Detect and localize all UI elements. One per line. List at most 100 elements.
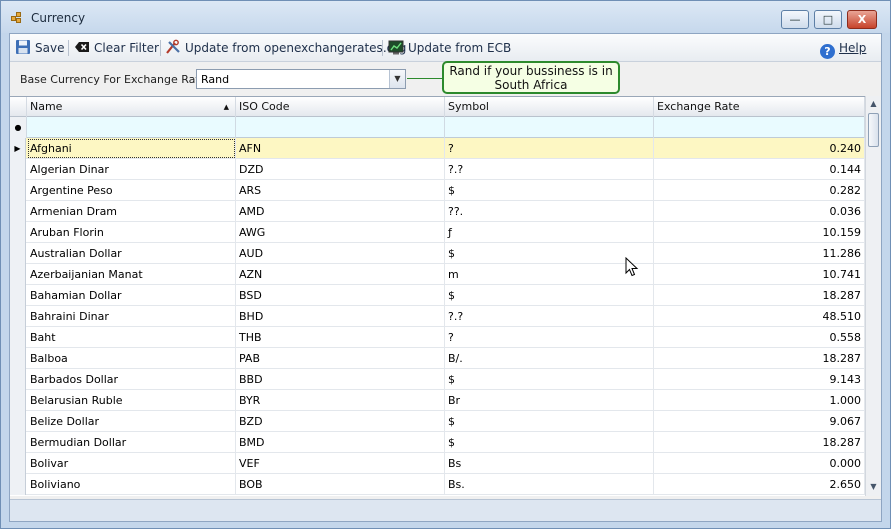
help-button[interactable]: ? Help <box>820 39 866 59</box>
table-row[interactable]: Aruban Florin AWG ƒ 10.159 <box>10 222 865 243</box>
table-row[interactable]: Bahamian Dollar BSD $18.287 <box>10 285 865 306</box>
row-selector[interactable] <box>10 327 26 348</box>
row-selector[interactable] <box>10 243 26 264</box>
cell-iso-code[interactable]: AWG <box>236 222 445 243</box>
close-button[interactable]: X <box>847 10 877 29</box>
cell-iso-code[interactable]: BBD <box>236 369 445 390</box>
cell-name[interactable]: Bahraini Dinar <box>27 306 236 327</box>
cell-symbol[interactable]: Br <box>445 390 654 411</box>
row-selector[interactable] <box>10 201 26 222</box>
cell-exchange-rate[interactable]: 48.510 <box>654 306 865 327</box>
column-header-exchange-rate[interactable]: Exchange Rate <box>654 97 865 117</box>
column-header-name[interactable]: Name ▲ <box>27 97 236 117</box>
cell-name[interactable]: Baht <box>27 327 236 348</box>
cell-exchange-rate[interactable]: 2.650 <box>654 474 865 495</box>
row-selector[interactable] <box>10 159 26 180</box>
cell-name[interactable]: Azerbaijanian Manat <box>27 264 236 285</box>
current-row-indicator-icon[interactable]: ▶ <box>10 138 26 159</box>
update-oer-button[interactable]: Update from openexchangerates.org <box>165 39 406 57</box>
row-selector[interactable] <box>10 453 26 474</box>
row-selector[interactable] <box>10 222 26 243</box>
cell-exchange-rate[interactable]: 1.000 <box>654 390 865 411</box>
cell-iso-code[interactable]: BZD <box>236 411 445 432</box>
maximize-button[interactable]: □ <box>814 10 842 29</box>
column-header-symbol[interactable]: Symbol <box>445 97 654 117</box>
cell-name[interactable]: Bermudian Dollar <box>27 432 236 453</box>
row-selector[interactable] <box>10 411 26 432</box>
table-row[interactable]: Argentine Peso ARS $0.282 <box>10 180 865 201</box>
save-button[interactable]: Save <box>15 39 64 57</box>
row-selector[interactable] <box>10 285 26 306</box>
cell-symbol[interactable]: $ <box>445 411 654 432</box>
scroll-down-icon[interactable]: ▼ <box>866 479 881 495</box>
row-selector[interactable] <box>10 264 26 285</box>
cell-exchange-rate[interactable]: 0.240 <box>654 138 865 159</box>
cell-exchange-rate[interactable]: 0.036 <box>654 201 865 222</box>
cell-iso-code[interactable]: VEF <box>236 453 445 474</box>
cell-exchange-rate[interactable]: 18.287 <box>654 348 865 369</box>
cell-name[interactable]: Afghani <box>27 138 236 159</box>
column-header-iso-code[interactable]: ISO Code <box>236 97 445 117</box>
cell-symbol[interactable]: $ <box>445 180 654 201</box>
cell-iso-code[interactable]: THB <box>236 327 445 348</box>
cell-exchange-rate[interactable]: 0.282 <box>654 180 865 201</box>
scroll-thumb[interactable] <box>868 113 879 147</box>
table-row[interactable]: Algerian Dinar DZD?.? 0.144 <box>10 159 865 180</box>
row-selector[interactable] <box>10 432 26 453</box>
scroll-up-icon[interactable]: ▲ <box>866 96 881 112</box>
table-row[interactable]: Azerbaijanian Manat AZN m 10.741 <box>10 264 865 285</box>
update-ecb-button[interactable]: Update from ECB <box>388 39 511 57</box>
clear-filter-button[interactable]: Clear Filter <box>74 39 159 57</box>
cell-exchange-rate[interactable]: 9.067 <box>654 411 865 432</box>
cell-exchange-rate[interactable]: 9.143 <box>654 369 865 390</box>
cell-iso-code[interactable]: AMD <box>236 201 445 222</box>
cell-exchange-rate[interactable]: 0.558 <box>654 327 865 348</box>
table-row[interactable]: Belize Dollar BZD $9.067 <box>10 411 865 432</box>
cell-exchange-rate[interactable]: 0.144 <box>654 159 865 180</box>
table-row[interactable]: Bahraini Dinar BHD?.? 48.510 <box>10 306 865 327</box>
cell-name[interactable]: Bolivar <box>27 453 236 474</box>
cell-iso-code[interactable]: ARS <box>236 180 445 201</box>
filter-cell-iso-code[interactable] <box>236 117 445 138</box>
row-selector[interactable] <box>10 348 26 369</box>
table-row[interactable]: Barbados Dollar BBD $9.143 <box>10 369 865 390</box>
cell-name[interactable]: Algerian Dinar <box>27 159 236 180</box>
cell-exchange-rate[interactable]: 18.287 <box>654 432 865 453</box>
base-currency-combobox[interactable]: Rand ▼ <box>196 69 406 89</box>
cell-name[interactable]: Argentine Peso <box>27 180 236 201</box>
row-selector[interactable] <box>10 306 26 327</box>
cell-iso-code[interactable]: BSD <box>236 285 445 306</box>
table-row[interactable]: Australian Dollar AUD $11.286 <box>10 243 865 264</box>
cell-iso-code[interactable]: PAB <box>236 348 445 369</box>
cell-iso-code[interactable]: AZN <box>236 264 445 285</box>
cell-iso-code[interactable]: DZD <box>236 159 445 180</box>
row-selector[interactable] <box>10 474 26 495</box>
filter-cell-symbol[interactable] <box>445 117 654 138</box>
cell-name[interactable]: Barbados Dollar <box>27 369 236 390</box>
cell-exchange-rate[interactable]: 10.741 <box>654 264 865 285</box>
cell-symbol[interactable]: ?.? <box>445 159 654 180</box>
filter-cell-name[interactable] <box>27 117 236 138</box>
cell-exchange-rate[interactable]: 18.287 <box>654 285 865 306</box>
row-selector[interactable] <box>10 390 26 411</box>
cell-name[interactable]: Balboa <box>27 348 236 369</box>
cell-name[interactable]: Belarusian Ruble <box>27 390 236 411</box>
table-row[interactable]: Bermudian Dollar BMD $18.287 <box>10 432 865 453</box>
cell-name[interactable]: Belize Dollar <box>27 411 236 432</box>
cell-name[interactable]: Armenian Dram <box>27 201 236 222</box>
cell-symbol[interactable]: ??. <box>445 201 654 222</box>
cell-name[interactable]: Bahamian Dollar <box>27 285 236 306</box>
cell-symbol[interactable]: ? <box>445 138 654 159</box>
minimize-button[interactable]: — <box>781 10 809 29</box>
table-row[interactable]: Belarusian Ruble BYR Br 1.000 <box>10 390 865 411</box>
vertical-scrollbar[interactable]: ▲ ▼ <box>865 96 881 496</box>
cell-iso-code[interactable]: BHD <box>236 306 445 327</box>
cell-symbol[interactable]: B/. <box>445 348 654 369</box>
cell-name[interactable]: Aruban Florin <box>27 222 236 243</box>
cell-symbol[interactable]: ? <box>445 327 654 348</box>
cell-iso-code[interactable]: AFN <box>236 138 445 159</box>
chevron-down-icon[interactable]: ▼ <box>389 70 405 88</box>
cell-symbol[interactable]: $ <box>445 243 654 264</box>
cell-iso-code[interactable]: BYR <box>236 390 445 411</box>
cell-iso-code[interactable]: BMD <box>236 432 445 453</box>
